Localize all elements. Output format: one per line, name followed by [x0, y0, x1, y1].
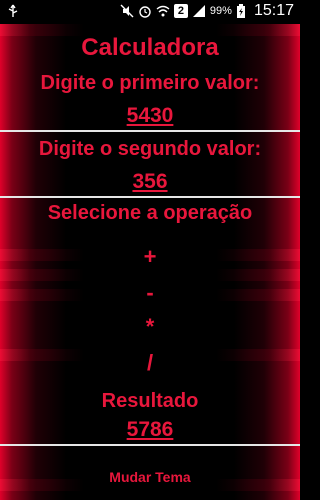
result-value: 5786	[126, 418, 174, 441]
divider	[0, 196, 300, 198]
first-value-input[interactable]: 5430	[0, 104, 300, 128]
operation-label: Selecione a operação	[47, 202, 253, 224]
result-label: Resultado	[101, 390, 199, 412]
divide-button[interactable]: /	[0, 350, 300, 376]
battery-percent: 99%	[209, 5, 232, 17]
wifi-icon	[156, 4, 170, 18]
second-value-input[interactable]: 356	[0, 170, 300, 194]
multiply-button[interactable]: *	[0, 314, 300, 340]
app-title: Calculadora	[81, 34, 219, 61]
second-value-label: Digite o segundo valor:	[38, 138, 262, 160]
first-value-label: Digite o primeiro valor:	[40, 72, 260, 94]
divider	[0, 444, 300, 446]
calculator-screen: Calculadora Digite o primeiro valor: 543…	[0, 24, 300, 500]
clock: 15:17	[253, 2, 294, 19]
add-button[interactable]: +	[0, 244, 300, 270]
divider	[0, 130, 300, 132]
battery-icon	[236, 4, 250, 18]
subtract-button[interactable]: -	[0, 280, 300, 306]
signal-icon	[192, 4, 206, 18]
change-theme-button[interactable]: Mudar Tema	[0, 469, 300, 485]
usb-icon	[6, 4, 20, 18]
status-bar: 2 99% 15:17	[0, 0, 300, 24]
mute-icon	[120, 4, 134, 18]
sim-icon: 2	[173, 4, 188, 18]
alarm-icon	[138, 4, 152, 18]
